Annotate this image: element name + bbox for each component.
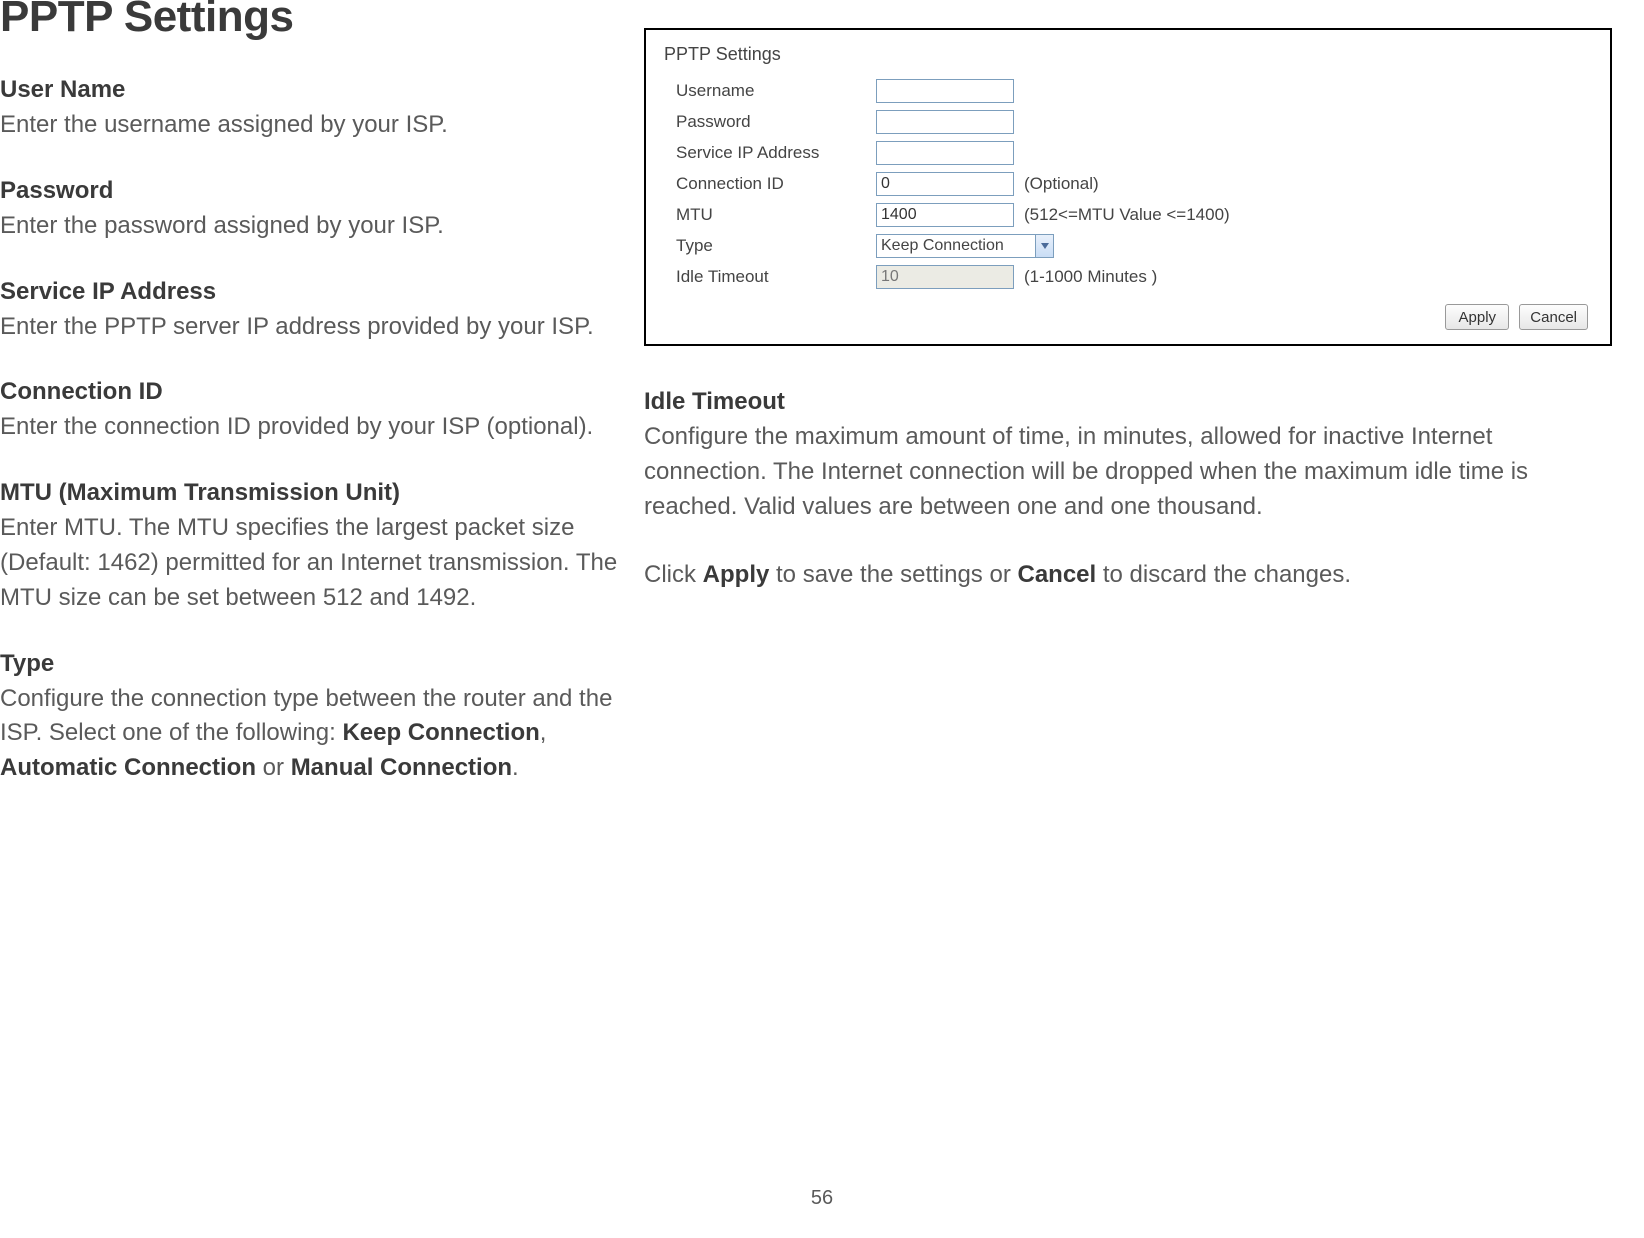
field-desc: Enter the password assigned by your ISP. <box>0 209 632 244</box>
field-connection-id: Connection ID Enter the connection ID pr… <box>0 378 632 445</box>
right-column: PPTP Settings Username Password Service … <box>632 0 1644 820</box>
field-label: Type <box>0 650 632 678</box>
field-service-ip: Service IP Address Enter the PPTP server… <box>0 278 632 345</box>
field-label: Connection ID <box>0 378 632 406</box>
input-mtu[interactable] <box>876 203 1014 227</box>
pptp-settings-panel: PPTP Settings Username Password Service … <box>644 28 1612 346</box>
field-username: User Name Enter the username assigned by… <box>0 76 632 143</box>
select-type[interactable]: Keep Connection <box>876 234 1054 258</box>
type-option-manual: Manual Connection <box>291 754 512 781</box>
field-desc: Enter MTU. The MTU specifies the largest… <box>0 511 632 615</box>
note-mid: to save the settings or <box>769 561 1017 588</box>
label-password: Password <box>676 112 876 132</box>
apply-cancel-note: Click Apply to save the settings or Canc… <box>644 558 1612 593</box>
right-text: Idle Timeout Configure the maximum amoun… <box>644 388 1612 593</box>
row-service-ip: Service IP Address <box>664 137 1592 168</box>
field-label: User Name <box>0 76 632 104</box>
field-idle-timeout: Idle Timeout Configure the maximum amoun… <box>644 388 1612 524</box>
note-cancel: Cancel <box>1017 561 1096 588</box>
row-username: Username <box>664 75 1592 106</box>
field-desc: Enter the username assigned by your ISP. <box>0 108 632 143</box>
label-connection-id: Connection ID <box>676 174 876 194</box>
row-idle-timeout: Idle Timeout (1-1000 Minutes ) <box>664 261 1592 292</box>
field-desc: Enter the connection ID provided by your… <box>0 410 632 445</box>
input-username[interactable] <box>876 79 1014 103</box>
type-end: . <box>512 754 519 781</box>
row-type: Type Keep Connection <box>664 230 1592 261</box>
type-sep: or <box>256 754 291 781</box>
field-label: Service IP Address <box>0 278 632 306</box>
field-desc: Enter the PPTP server IP address provide… <box>0 310 632 345</box>
label-idle-timeout: Idle Timeout <box>676 267 876 287</box>
note-apply: Apply <box>703 561 770 588</box>
field-desc: Configure the maximum amount of time, in… <box>644 420 1612 524</box>
row-connection-id: Connection ID (Optional) <box>664 168 1592 199</box>
type-option-auto: Automatic Connection <box>0 754 256 781</box>
cancel-button[interactable]: Cancel <box>1519 304 1588 330</box>
hint-idle-timeout: (1-1000 Minutes ) <box>1024 267 1157 287</box>
note-pre: Click <box>644 561 703 588</box>
input-service-ip[interactable] <box>876 141 1014 165</box>
note-post: to discard the changes. <box>1096 561 1351 588</box>
type-option-keep: Keep Connection <box>342 719 539 746</box>
field-mtu: MTU (Maximum Transmission Unit) Enter MT… <box>0 479 632 615</box>
label-service-ip: Service IP Address <box>676 143 876 163</box>
input-password[interactable] <box>876 110 1014 134</box>
field-label: MTU (Maximum Transmission Unit) <box>0 479 632 507</box>
hint-mtu: (512<=MTU Value <=1400) <box>1024 205 1230 225</box>
field-password: Password Enter the password assigned by … <box>0 177 632 244</box>
hint-connection-id: (Optional) <box>1024 174 1099 194</box>
field-label: Idle Timeout <box>644 388 1612 416</box>
select-type-value: Keep Connection <box>881 237 1004 255</box>
row-mtu: MTU (512<=MTU Value <=1400) <box>664 199 1592 230</box>
label-username: Username <box>676 81 876 101</box>
field-desc: Configure the connection type between th… <box>0 682 632 786</box>
panel-buttons: Apply Cancel <box>664 304 1592 330</box>
input-idle-timeout <box>876 265 1014 289</box>
left-column: PPTP Settings User Name Enter the userna… <box>0 0 632 820</box>
row-password: Password <box>664 106 1592 137</box>
page-title: PPTP Settings <box>0 0 632 42</box>
label-type: Type <box>676 236 876 256</box>
label-mtu: MTU <box>676 205 876 225</box>
input-connection-id[interactable] <box>876 172 1014 196</box>
field-type: Type Configure the connection type betwe… <box>0 650 632 786</box>
type-sep: , <box>540 719 547 746</box>
field-label: Password <box>0 177 632 205</box>
chevron-down-icon <box>1035 235 1053 257</box>
panel-title: PPTP Settings <box>664 44 1592 65</box>
apply-button[interactable]: Apply <box>1445 304 1509 330</box>
page-number: 56 <box>0 1187 1644 1210</box>
